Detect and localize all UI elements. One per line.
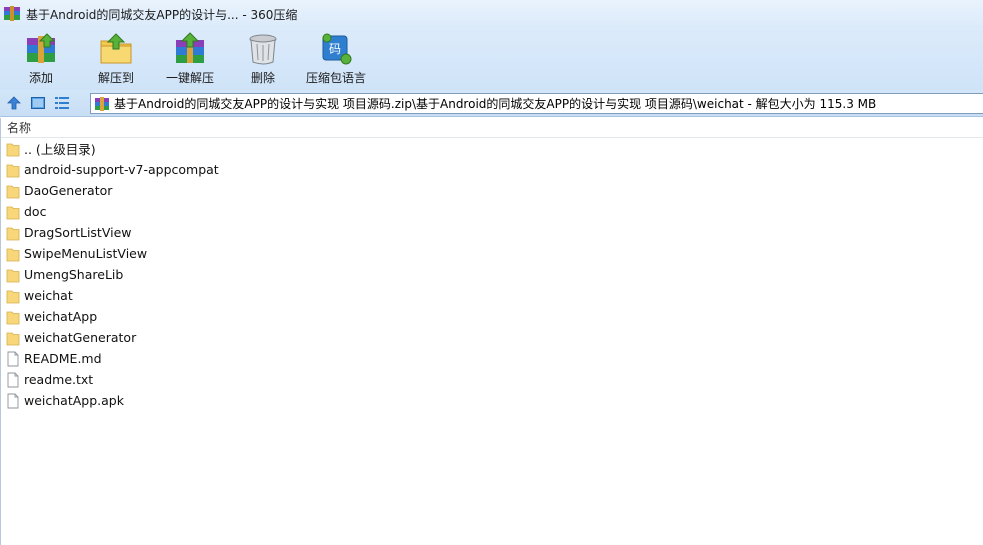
list-view-button[interactable] xyxy=(51,92,73,114)
folder-icon xyxy=(6,225,20,241)
file-icon xyxy=(6,372,20,388)
window-title: 基于Android的同城交友APP的设计与... - 360压缩 xyxy=(26,7,298,22)
file-rows: .. (上级目录) android-support-v7-appcompat Dao… xyxy=(1,138,983,411)
column-header-name[interactable]: 名称 xyxy=(1,118,983,138)
list-item[interactable]: DaoGenerator xyxy=(1,180,983,201)
extract-to-button-label: 解压到 xyxy=(97,71,134,85)
list-item-name: DragSortListView xyxy=(24,225,132,240)
extract-to-button[interactable]: 解压到 xyxy=(82,28,150,90)
list-item-name: README.md xyxy=(24,351,102,366)
list-item[interactable]: .. (上级目录) xyxy=(1,138,983,159)
folder-icon xyxy=(6,267,20,283)
list-item-name: .. (上级目录) xyxy=(24,142,96,157)
large-icon-view-button[interactable] xyxy=(27,92,49,114)
list-item[interactable]: SwipeMenuListView xyxy=(1,243,983,264)
file-icon xyxy=(6,351,20,367)
folder-icon xyxy=(6,162,20,178)
archive-icon xyxy=(94,96,110,112)
list-item-name: readme.txt xyxy=(24,372,94,387)
list-item-name: weichat xyxy=(24,288,73,303)
list-item-name: android-support-v7-appcompat xyxy=(24,162,219,177)
file-icon xyxy=(6,393,20,409)
add-button-label: 添加 xyxy=(28,71,53,85)
folder-icon xyxy=(6,246,20,262)
delete-button[interactable]: 删除 xyxy=(230,28,296,90)
path-text: 基于Android的同城交友APP的设计与实现 项目源码.zip\基于Andro… xyxy=(114,97,877,111)
list-item[interactable]: weichatApp.apk xyxy=(1,390,983,411)
one-click-extract-button[interactable]: 一键解压 xyxy=(150,28,230,90)
list-item-name: UmengShareLib xyxy=(24,267,124,282)
list-item[interactable]: weichat xyxy=(1,285,983,306)
app-window: 基于Android的同城交友APP的设计与... - 360压缩 添加 解压到 … xyxy=(0,0,983,545)
svg-text:码: 码 xyxy=(329,42,341,56)
folder-icon xyxy=(6,141,20,157)
toolbar: 添加 解压到 一键解压 删除 码 压缩包语言 xyxy=(0,28,983,90)
list-item-name: SwipeMenuListView xyxy=(24,246,148,261)
list-item[interactable]: UmengShareLib xyxy=(1,264,983,285)
archive-language-button-label: 压缩包语言 xyxy=(305,71,366,85)
list-item[interactable]: weichatGenerator xyxy=(1,327,983,348)
archive-language-icon: 码 xyxy=(317,31,355,67)
list-item-name: weichatApp xyxy=(24,309,98,324)
list-item[interactable]: android-support-v7-appcompat xyxy=(1,159,983,180)
list-view-icon xyxy=(55,97,69,109)
list-item[interactable]: README.md xyxy=(1,348,983,369)
file-list: 名称 .. (上级目录) android-support-v7-appcompat… xyxy=(0,118,983,545)
address-bar: 基于Android的同城交友APP的设计与实现 项目源码.zip\基于Andro… xyxy=(0,90,983,117)
list-item-name: doc xyxy=(24,204,47,219)
list-item-name: DaoGenerator xyxy=(24,183,113,198)
winrar-app-icon xyxy=(3,5,21,23)
extract-to-icon xyxy=(97,31,135,67)
one-click-extract-button-label: 一键解压 xyxy=(165,71,214,85)
folder-icon xyxy=(6,309,20,325)
list-item-name: weichatApp.apk xyxy=(24,393,124,408)
one-click-extract-icon xyxy=(171,31,209,67)
folder-icon xyxy=(6,204,20,220)
up-level-button[interactable] xyxy=(3,92,25,114)
add-button[interactable]: 添加 xyxy=(0,28,82,90)
folder-icon xyxy=(6,183,20,199)
title-bar: 基于Android的同城交友APP的设计与... - 360压缩 xyxy=(0,0,983,28)
trash-icon xyxy=(244,31,282,67)
folder-icon xyxy=(6,288,20,304)
list-item[interactable]: readme.txt xyxy=(1,369,983,390)
archive-language-button[interactable]: 码 压缩包语言 xyxy=(296,28,376,90)
list-item[interactable]: weichatApp xyxy=(1,306,983,327)
list-item[interactable]: DragSortListView xyxy=(1,222,983,243)
path-field[interactable]: 基于Android的同城交友APP的设计与实现 项目源码.zip\基于Andro… xyxy=(90,93,983,114)
list-item-name: weichatGenerator xyxy=(24,330,137,345)
list-item[interactable]: doc xyxy=(1,201,983,222)
folder-icon xyxy=(6,330,20,346)
delete-button-label: 删除 xyxy=(250,71,275,85)
arrow-up-icon xyxy=(7,96,21,110)
add-archive-icon xyxy=(22,31,60,67)
thumbnail-view-icon xyxy=(31,97,45,109)
